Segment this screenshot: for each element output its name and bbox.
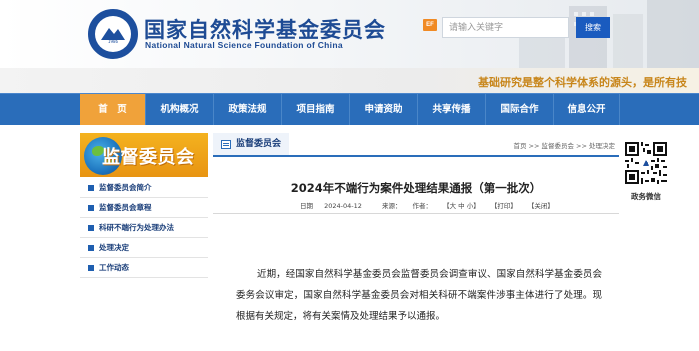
mountain-icon — [101, 28, 125, 40]
nav-item-guide[interactable]: 项目指南 — [282, 94, 350, 125]
sidebar-item-label: 科研不端行为处理办法 — [99, 223, 174, 232]
sidebar-item-news[interactable]: 工作动态 — [80, 258, 208, 278]
sidebar-menu: 监督委员会简介 监督委员会章程 科研不端行为处理办法 处理决定 工作动态 — [80, 178, 208, 278]
nsfc-emblem-logo[interactable]: 1986 — [88, 9, 138, 59]
print-button[interactable]: 【打印】 — [491, 202, 517, 210]
square-bullet-icon — [88, 265, 94, 271]
square-bullet-icon — [88, 205, 94, 211]
nav-item-home[interactable]: 首 页 — [80, 94, 146, 125]
search-input[interactable] — [442, 17, 569, 38]
article-date: 2024-04-12 — [324, 202, 362, 210]
nav-item-sharing[interactable]: 共享传播 — [418, 94, 486, 125]
slogan-bar: 基础研究是整个科学体系的源头，是所有技 — [0, 68, 699, 93]
author-label: 作者： — [412, 202, 433, 210]
breadcrumb[interactable]: 首页 >> 监督委员会 >> 处理决定 — [513, 140, 615, 150]
date-label: 日期 — [300, 202, 313, 210]
document-icon — [221, 140, 231, 149]
site-title-en[interactable]: National Natural Science Foundation of C… — [145, 40, 343, 50]
sidebar-item-label: 监督委员会简介 — [99, 183, 152, 192]
article-meta: 日期 2024-04-12 来源： 作者： 【大 中 小】 【打印】 【关闭】 — [300, 200, 563, 210]
section-tab-label: 监督委员会 — [236, 139, 282, 149]
nav-item-disclosure[interactable]: 信息公开 — [554, 94, 620, 125]
nav-item-international[interactable]: 国际合作 — [486, 94, 554, 125]
sidebar-item-misconduct-measures[interactable]: 科研不端行为处理办法 — [80, 218, 208, 238]
sidebar-item-decisions[interactable]: 处理决定 — [80, 238, 208, 258]
qr-code-icon[interactable] — [623, 140, 669, 186]
sidebar-banner-title: 监督委员会 — [102, 147, 195, 168]
square-bullet-icon — [88, 245, 94, 251]
sidebar-banner: 监督委员会 — [80, 133, 208, 177]
meta-divider — [213, 213, 619, 214]
square-bullet-icon — [88, 225, 94, 231]
nav-item-funding[interactable]: 申请资助 — [350, 94, 418, 125]
main-nav: 首 页 机构概况 政策法规 项目指南 申请资助 共享传播 国际合作 信息公开 — [0, 93, 699, 125]
sidebar-item-intro[interactable]: 监督委员会简介 — [80, 178, 208, 198]
sidebar-item-label: 监督委员会章程 — [99, 203, 152, 212]
emblem-year: 1986 — [107, 39, 119, 44]
site-header: 1986 国家自然科学基金委员会 National Natural Scienc… — [0, 0, 699, 68]
article-body: 近期，经国家自然科学基金委员会监督委员会调查审议、国家自然科学基金委员会委务会议… — [236, 269, 602, 322]
slogan-text: 基础研究是整个科学体系的源头，是所有技 — [478, 76, 687, 89]
sidebar-item-label: 处理决定 — [99, 243, 129, 252]
section-tab[interactable]: 监督委员会 — [213, 133, 290, 155]
nav-item-about[interactable]: 机构概况 — [146, 94, 214, 125]
font-size-control[interactable]: 【大 中 小】 — [443, 202, 480, 210]
article-title: 2024年不端行为案件处理结果通报（第一批次） — [290, 181, 542, 195]
close-button[interactable]: 【关闭】 — [528, 202, 554, 210]
qr-label: 政务微信 — [631, 192, 661, 201]
section-header: 监督委员会 首页 >> 监督委员会 >> 处理决定 — [213, 133, 619, 157]
sidebar-item-label: 工作动态 — [99, 263, 129, 272]
search-button[interactable]: 搜索 — [576, 17, 610, 38]
sidebar-item-charter[interactable]: 监督委员会章程 — [80, 198, 208, 218]
ef-icon[interactable]: EF — [423, 19, 437, 31]
nav-item-policies[interactable]: 政策法规 — [214, 94, 282, 125]
source-label: 来源： — [381, 202, 402, 210]
square-bullet-icon — [88, 185, 94, 191]
